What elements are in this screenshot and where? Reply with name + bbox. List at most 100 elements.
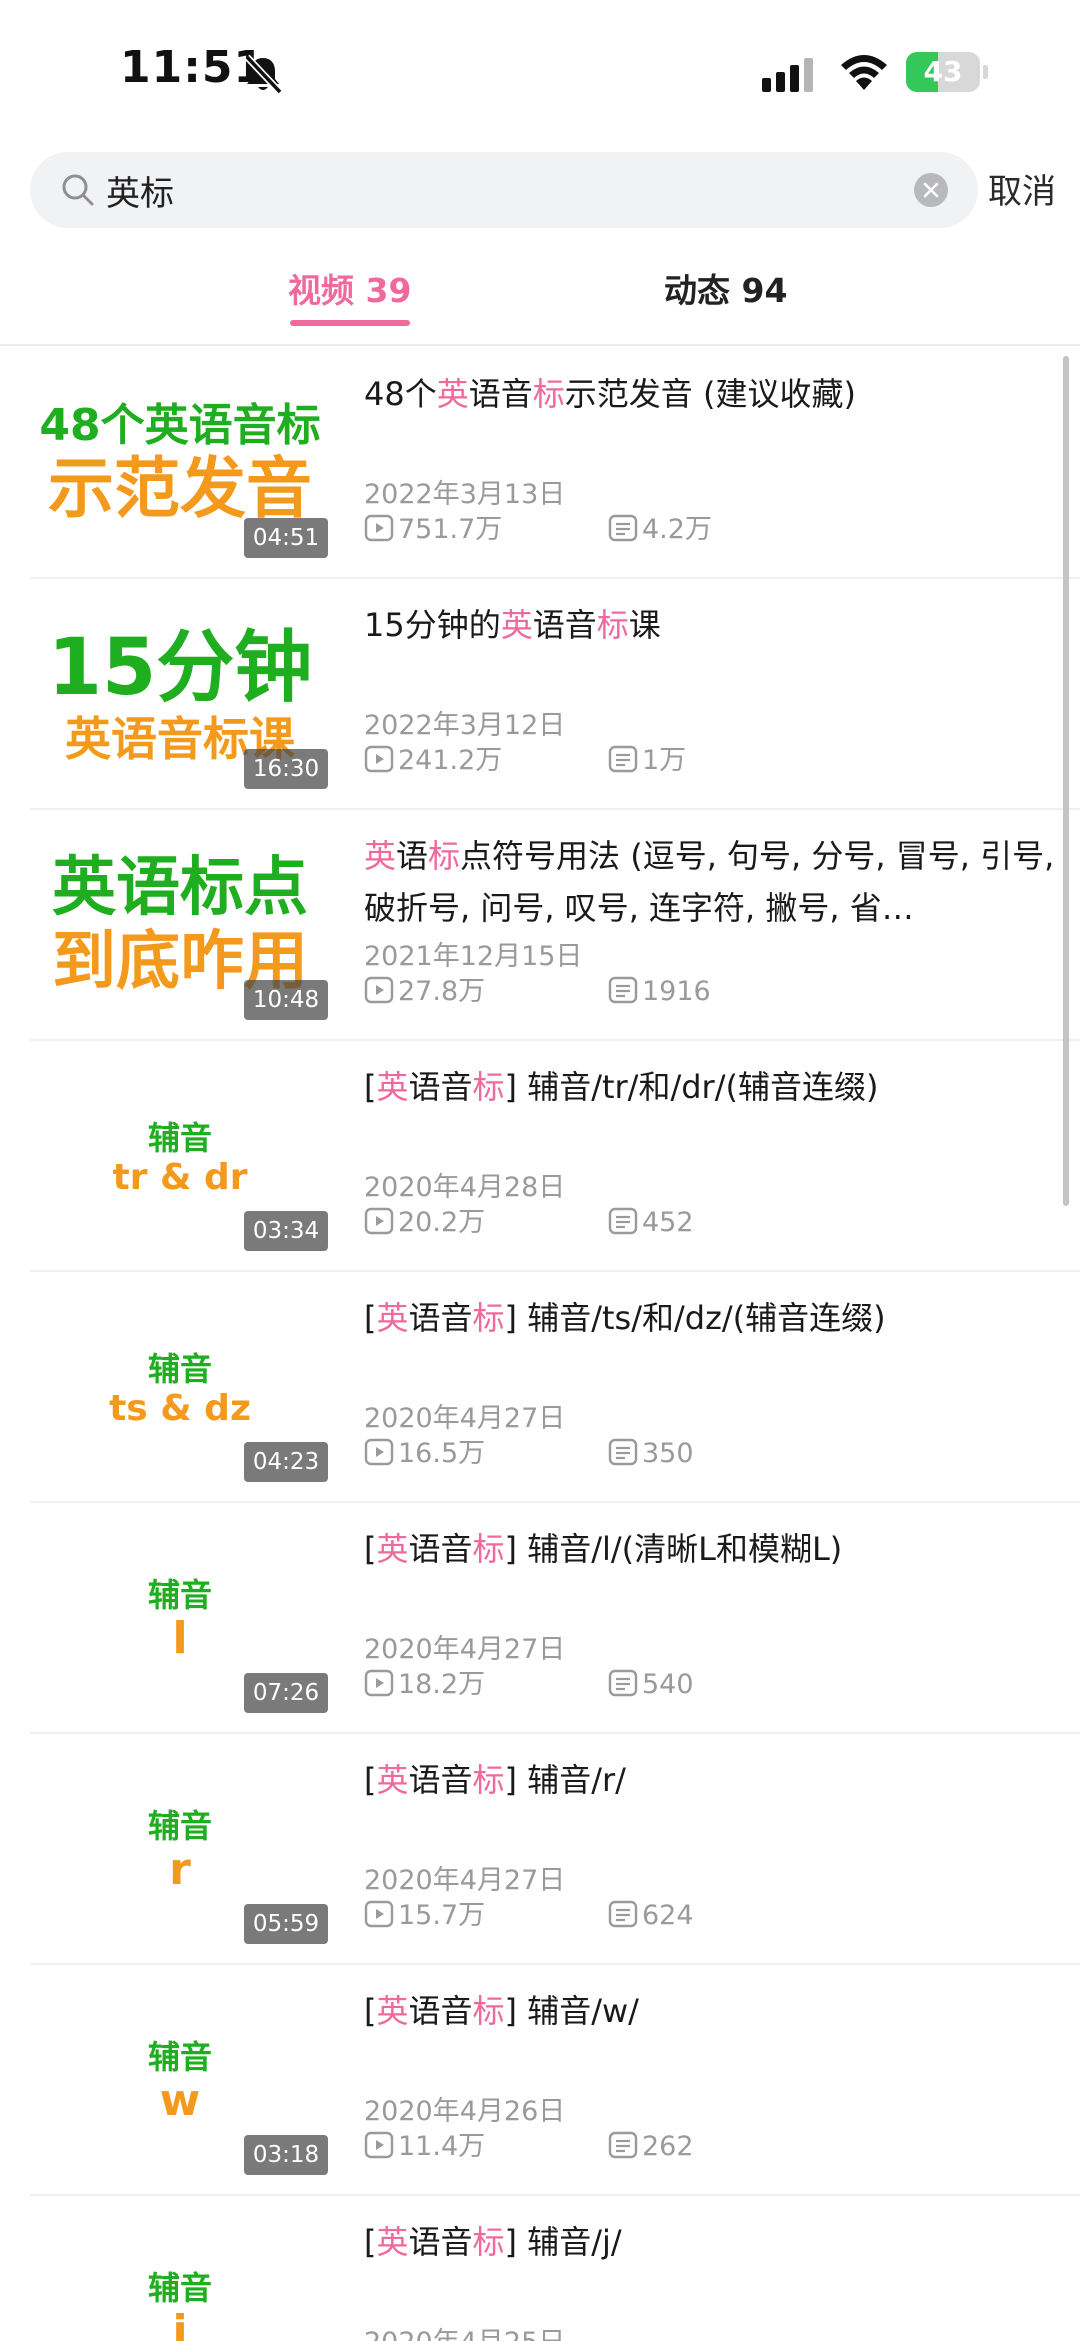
comment-count-value: 1万 bbox=[642, 745, 687, 776]
video-title[interactable]: [英语音标] 辅音/ts/和/dz/(辅音连缀) bbox=[364, 1292, 1064, 1344]
search-input[interactable] bbox=[106, 152, 906, 228]
search-bar[interactable] bbox=[30, 152, 978, 228]
play-icon bbox=[364, 514, 398, 545]
play-count: 18.2万 bbox=[364, 1667, 485, 1703]
thumbnail-text: 英语标点 bbox=[52, 851, 308, 926]
title-text: 语音 bbox=[408, 2223, 473, 2261]
active-tab-indicator bbox=[290, 320, 410, 326]
thumbnail-text: 辅音 bbox=[147, 2269, 212, 2308]
play-count: 11.4万 bbox=[364, 2129, 485, 2165]
video-result-item[interactable]: 辅音 w 03:18 [英语音标] 辅音/w/2020年4月26日 11.4万 262 bbox=[30, 1965, 1080, 2196]
play-count: 27.8万 bbox=[364, 974, 485, 1010]
play-count-value: 11.4万 bbox=[398, 2131, 486, 2162]
video-title[interactable]: 15分钟的英语音标课 bbox=[364, 599, 1064, 651]
video-title[interactable]: [英语音标] 辅音/l/(清晰L和模糊L) bbox=[364, 1523, 1064, 1575]
video-title[interactable]: 48个英语音标示范发音 (建议收藏) bbox=[364, 368, 1064, 420]
thumbnail-text: w bbox=[159, 2075, 201, 2127]
video-title[interactable]: [英语音标] 辅音/j/ bbox=[364, 2216, 1064, 2268]
comment-count-value: 540 bbox=[642, 1669, 694, 1700]
thumbnail-text: 辅音 bbox=[147, 1118, 212, 1157]
upload-date: 2020年4月27日 bbox=[364, 1634, 566, 1665]
video-result-item[interactable]: 英语标点 到底咋用 10:48 英语标点符号用法 (逗号, 句号, 分号, 冒号, 引… bbox=[30, 810, 1080, 1041]
title-text: ] 辅音/ts/和/dz/(辅音连缀) bbox=[504, 1299, 886, 1337]
play-count: 241.2万 bbox=[364, 743, 502, 779]
play-icon bbox=[364, 2131, 398, 2162]
play-icon bbox=[364, 1207, 398, 1238]
video-thumbnail[interactable]: 辅音 l 07:26 bbox=[30, 1525, 330, 1713]
video-result-item[interactable]: 辅音 ts & dz 04:23 [英语音标] 辅音/ts/和/dz/(辅音连缀) 20… bbox=[30, 1272, 1080, 1503]
video-title[interactable]: 英语标点符号用法 (逗号, 句号, 分号, 冒号, 引号, 破折号, 问号, 叹… bbox=[364, 830, 1064, 934]
thumbnail-text: 辅音 bbox=[147, 1349, 212, 1388]
title-text: 15分钟的 bbox=[364, 606, 501, 644]
play-icon bbox=[364, 745, 398, 776]
title-text: 语音 bbox=[408, 1299, 473, 1337]
clear-search-icon[interactable] bbox=[914, 173, 948, 207]
play-count-value: 241.2万 bbox=[398, 745, 503, 776]
search-icon bbox=[58, 170, 98, 210]
tab-videos[interactable]: 视频 39 bbox=[288, 264, 411, 312]
video-thumbnail[interactable]: 15分钟 英语音标课 16:30 bbox=[30, 601, 330, 789]
play-icon bbox=[364, 1900, 398, 1931]
video-result-item[interactable]: 辅音 tr & dr 03:34 [英语音标] 辅音/tr/和/dr/(辅音连缀) 20… bbox=[30, 1041, 1080, 1272]
video-thumbnail[interactable]: 辅音 r 05:59 bbox=[30, 1756, 330, 1944]
duration-badge: 04:51 bbox=[244, 518, 328, 558]
thumbnail-text: 48个英语音标 bbox=[39, 399, 321, 451]
comment-count: 624 bbox=[608, 1898, 694, 1934]
video-thumbnail[interactable]: 辅音 w 03:18 bbox=[30, 1987, 330, 2175]
comment-count: 1万 bbox=[608, 743, 686, 779]
title-text: [ bbox=[364, 2223, 377, 2261]
video-thumbnail[interactable]: 辅音 j bbox=[30, 2218, 330, 2341]
scrollbar[interactable] bbox=[1063, 356, 1069, 1206]
video-thumbnail[interactable]: 辅音 ts & dz 04:23 bbox=[30, 1294, 330, 1482]
tab-dynamic[interactable]: 动态 94 bbox=[664, 264, 787, 312]
video-result-item[interactable]: 辅音j [英语音标] 辅音/j/2020年4月25日 bbox=[30, 2196, 1080, 2341]
comment-count-value: 1916 bbox=[642, 976, 711, 1007]
comment-icon bbox=[608, 976, 642, 1007]
play-icon bbox=[364, 976, 398, 1007]
video-result-list[interactable]: 48个英语音标 示范发音 04:51 48个英语音标示范发音 (建议收藏) 2022年3… bbox=[0, 348, 1080, 2341]
video-thumbnail[interactable]: 48个英语音标 示范发音 04:51 bbox=[30, 370, 330, 558]
highlighted-keyword: 标 bbox=[532, 375, 565, 413]
comment-count-value: 452 bbox=[642, 1207, 694, 1238]
thumbnail-text: tr & dr bbox=[112, 1156, 248, 1198]
comment-icon bbox=[608, 1207, 642, 1238]
title-text: 语音 bbox=[408, 1992, 473, 2030]
comment-count: 350 bbox=[608, 1436, 694, 1472]
video-result-item[interactable]: 辅音 l 07:26 [英语音标] 辅音/l/(清晰L和模糊L) 2020年4月27日 1… bbox=[30, 1503, 1080, 1734]
status-bar: 11:51 43 bbox=[0, 0, 1080, 140]
comment-count-value: 262 bbox=[642, 2131, 694, 2162]
video-result-item[interactable]: 48个英语音标 示范发音 04:51 48个英语音标示范发音 (建议收藏) 2022年3… bbox=[30, 348, 1080, 579]
video-title[interactable]: [英语音标] 辅音/w/ bbox=[364, 1985, 1064, 2037]
video-thumbnail[interactable]: 辅音 tr & dr 03:34 bbox=[30, 1063, 330, 1251]
highlighted-keyword: 标 bbox=[472, 1761, 505, 1799]
play-count-value: 27.8万 bbox=[398, 976, 486, 1007]
highlighted-keyword: 英 bbox=[364, 837, 397, 875]
play-icon bbox=[364, 1669, 398, 1700]
video-result-item[interactable]: 辅音 r 05:59 [英语音标] 辅音/r/2020年4月27日 15.7万 624 bbox=[30, 1734, 1080, 1965]
battery-indicator: 43 bbox=[906, 52, 988, 92]
upload-date: 2020年4月26日 bbox=[364, 2096, 566, 2127]
comment-count: 540 bbox=[608, 1667, 694, 1703]
video-title[interactable]: [英语音标] 辅音/tr/和/dr/(辅音连缀) bbox=[364, 1061, 1064, 1113]
title-text: [ bbox=[364, 1299, 377, 1337]
comment-icon bbox=[608, 1438, 642, 1469]
play-count-value: 16.5万 bbox=[398, 1438, 486, 1469]
video-thumbnail[interactable]: 英语标点 到底咋用 10:48 bbox=[30, 832, 330, 1020]
title-text: 语音 bbox=[532, 606, 597, 644]
video-title[interactable]: [英语音标] 辅音/r/ bbox=[364, 1754, 1064, 1806]
highlighted-keyword: 英 bbox=[376, 2223, 409, 2261]
upload-date: 2022年3月12日 bbox=[364, 710, 566, 741]
highlighted-keyword: 标 bbox=[472, 1992, 505, 2030]
play-count: 751.7万 bbox=[364, 512, 502, 548]
play-count: 20.2万 bbox=[364, 1205, 485, 1241]
play-count: 16.5万 bbox=[364, 1436, 485, 1472]
highlighted-keyword: 标 bbox=[428, 837, 461, 875]
comment-count-value: 4.2万 bbox=[642, 514, 712, 545]
highlighted-keyword: 标 bbox=[472, 1299, 505, 1337]
play-count-value: 18.2万 bbox=[398, 1669, 486, 1700]
cancel-button[interactable]: 取消 bbox=[988, 164, 1056, 213]
video-result-item[interactable]: 15分钟 英语音标课 16:30 15分钟的英语音标课 2022年3月12日 241.2万… bbox=[30, 579, 1080, 810]
thumbnail-text: j bbox=[172, 2306, 188, 2341]
highlighted-keyword: 英 bbox=[376, 1530, 409, 1568]
play-count-value: 751.7万 bbox=[398, 514, 503, 545]
